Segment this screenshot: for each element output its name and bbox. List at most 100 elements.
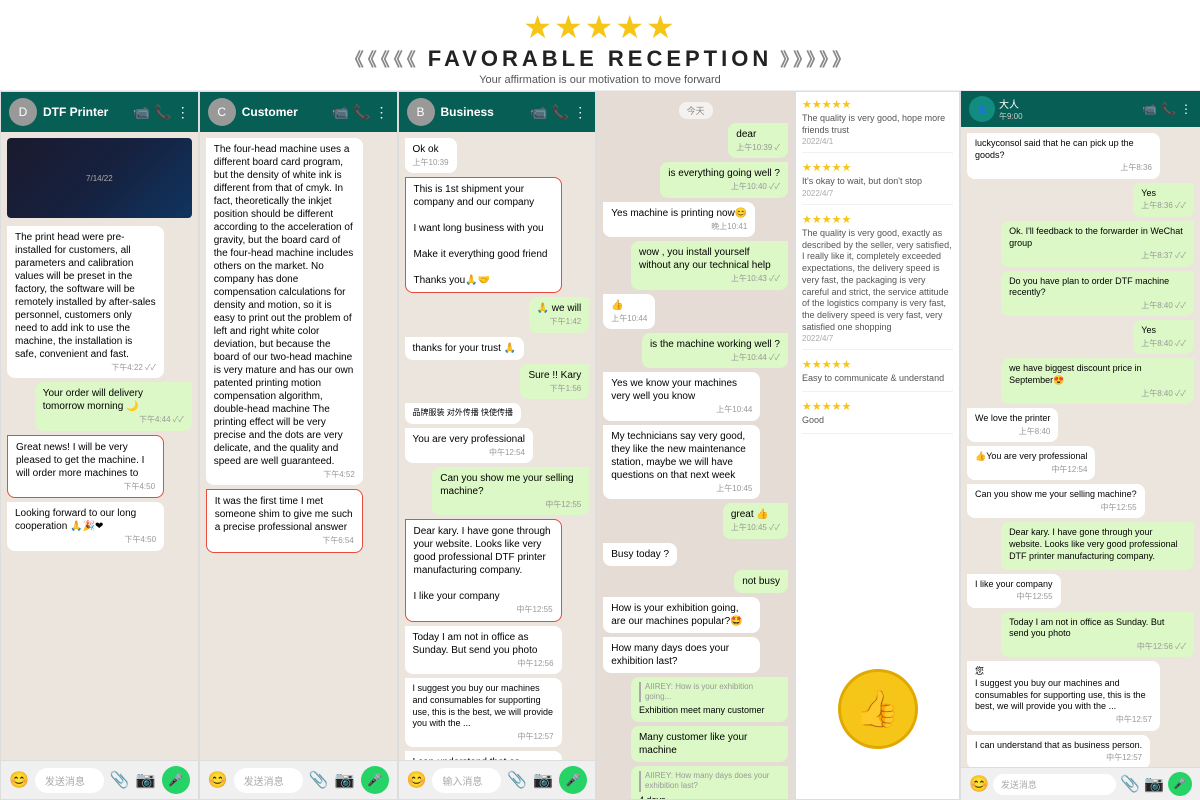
star-rating: ★★★★★ [0,8,1200,46]
message: Yes machine is printing now😊晚上10:41 [603,202,755,237]
send-button-1[interactable]: 🎤 [162,766,190,794]
message: is the machine working well ?上午10:44 ✓✓ [642,333,788,368]
message: Yes上午8:36 ✓✓ [1133,183,1194,217]
message: 👍You are very professional中午12:54 [967,446,1095,480]
chat-footer-1: 😊 发送消息 📎 📷 🎤 [1,760,198,799]
page-title: 《《《《《 FAVORABLE RECEPTION 》》》》》 [0,46,1200,72]
message: You are very professional中午12:54 [405,428,533,463]
thumbs-up-badge: 👍 [838,669,918,749]
message-input-2[interactable]: 发送消息 [234,768,303,793]
video-icon-right[interactable]: 📹 [1142,102,1157,116]
camera-icon-right[interactable]: 📷 [1144,774,1164,794]
message: Do you have plan to order DTF machine re… [1001,271,1194,317]
message: Today I am not in office as Sunday. But … [1001,612,1194,658]
menu-icon-2[interactable]: ⋮ [375,104,389,121]
review-date: 2022/4/7 [802,189,953,198]
emoji-icon[interactable]: 😊 [9,770,29,790]
message-input-3[interactable]: 输入消息 [432,768,501,793]
right-chat-name: 大人 [999,96,1138,111]
right-chat-footer: 😊 发送消息 📎 📷 🎤 [961,767,1200,800]
emoji-icon-2[interactable]: 😊 [208,770,228,790]
date-divider: 今天 [679,102,713,119]
call-icon-2[interactable]: 📞 [353,104,370,121]
menu-icon-3[interactable]: ⋮ [573,104,587,121]
chat-body-1: 7/14/22 The print head were pre-installe… [1,132,198,760]
message: dear上午10:39 ✓ [728,123,788,158]
call-icon[interactable]: 📞 [154,104,171,121]
video-icon-3[interactable]: 📹 [530,104,547,121]
msg-time: 下午4:44 ✓✓ [43,415,184,425]
chat-header-3: B Business 📹 📞 ⋮ [399,92,596,132]
message: I can understand that as business person… [967,735,1150,768]
send-button-2[interactable]: 🎤 [361,766,389,794]
menu-icon-right[interactable]: ⋮ [1180,102,1192,116]
msg-time: 下午4:22 ✓✓ [15,363,156,373]
call-icon-3[interactable]: 📞 [552,104,569,121]
message: 品牌服装 对外传播 快使传播 [405,403,521,423]
chat-name-2: Customer [242,105,326,119]
message: Today I am not in office as Sunday. But … [405,626,562,674]
message: not busy [734,570,788,593]
message: Yes we know your machines very well you … [603,372,760,420]
review-text: Easy to communicate & understand [802,373,953,385]
review-item: ★★★★★ It's okay to wait, but don't stop … [802,161,953,205]
camera-icon-3[interactable]: 📷 [533,770,553,790]
attach-icon-3[interactable]: 📎 [507,770,527,790]
printer-image: 7/14/22 [7,138,192,218]
message: Ok. I'll feedback to the forwarder in We… [1001,221,1194,267]
chat-footer-3: 😊 输入消息 📎 📷 🎤 [399,760,596,799]
message: 👍上午10:44 [603,294,655,329]
message: is everything going well ?上午10:40 ✓✓ [660,162,788,197]
message: My technicians say very good, they like … [603,425,760,499]
message: Ok ok上午10:39 [405,138,457,173]
avatar-2: C [208,98,236,126]
review-stars: ★★★★★ [802,358,953,371]
review-stars: ★★★★★ [802,400,953,413]
message-input-right[interactable]: 发送消息 [993,774,1116,795]
attach-icon[interactable]: 📎 [110,770,130,790]
message: Many customer like your machine [631,726,788,762]
chat-column-2: C Customer 📹 📞 ⋮ The four-head machine u… [199,91,398,800]
emoji-icon-3[interactable]: 😊 [407,770,427,790]
review-stars: ★★★★★ [802,213,953,226]
send-button-right[interactable]: 🎤 [1168,772,1192,796]
camera-icon[interactable]: 📷 [136,770,156,790]
review-stars: ★★★★★ [802,98,953,111]
review-item: ★★★★★ Good [802,400,953,434]
message: The print head were pre-installed for cu… [7,226,164,378]
right-chat-body: luckyconsol said that he can pick up the… [961,127,1200,767]
message: Your order will delivery tomorrow mornin… [35,382,192,430]
call-icon-right[interactable]: 📞 [1161,102,1176,116]
video-icon[interactable]: 📹 [133,104,150,121]
message: I can understand that as business person… [405,751,562,760]
main-content: D DTF Printer 📹 📞 ⋮ 7/14/22 The print he… [0,91,1200,800]
video-icon-2[interactable]: 📹 [332,104,349,121]
avatar-1: D [9,98,37,126]
review-text: It's okay to wait, but don't stop [802,176,953,188]
chevron-left-icon: 《《《《《 [346,46,420,72]
message: Yes上午8:40 ✓✓ [1133,320,1194,354]
chat-icons-2: 📹 📞 ⋮ [332,104,389,121]
right-chat-header: 👤 大人 午9:00 📹 📞 ⋮ [961,91,1200,127]
right-panel: 👤 大人 午9:00 📹 📞 ⋮ luckyconsol said that h… [960,91,1200,800]
message: How is your exhibition going, are our ma… [603,597,760,633]
chat-body-4: 今天 dear上午10:39 ✓ is everything going wel… [597,92,794,799]
camera-icon-2[interactable]: 📷 [335,770,355,790]
message: Dear kary. I have gone through your webs… [1001,522,1194,569]
message-input-1[interactable]: 发送消息 [35,768,104,793]
review-text: The quality is very good, hope more frie… [802,113,953,136]
chat-header-2: C Customer 📹 📞 ⋮ [200,92,397,132]
menu-icon[interactable]: ⋮ [176,104,190,121]
chat-body-2: The four-head machine uses a different b… [200,132,397,760]
title-text: FAVORABLE RECEPTION [428,46,773,72]
emoji-icon-right[interactable]: 😊 [969,774,989,794]
chevron-right-icon: 》》》》》 [780,46,854,72]
message: AIIREY: How is your exhibition going... … [631,677,788,722]
chat-column-3: B Business 📹 📞 ⋮ Ok ok上午10:39 This is 1s… [398,91,597,800]
message: we have biggest discount price in Septem… [1001,358,1194,404]
message: great 👍上午10:45 ✓✓ [723,503,788,538]
attach-icon-right[interactable]: 📎 [1120,774,1140,794]
chat-name-1: DTF Printer [43,105,127,119]
send-button-3[interactable]: 🎤 [559,766,587,794]
attach-icon-2[interactable]: 📎 [309,770,329,790]
